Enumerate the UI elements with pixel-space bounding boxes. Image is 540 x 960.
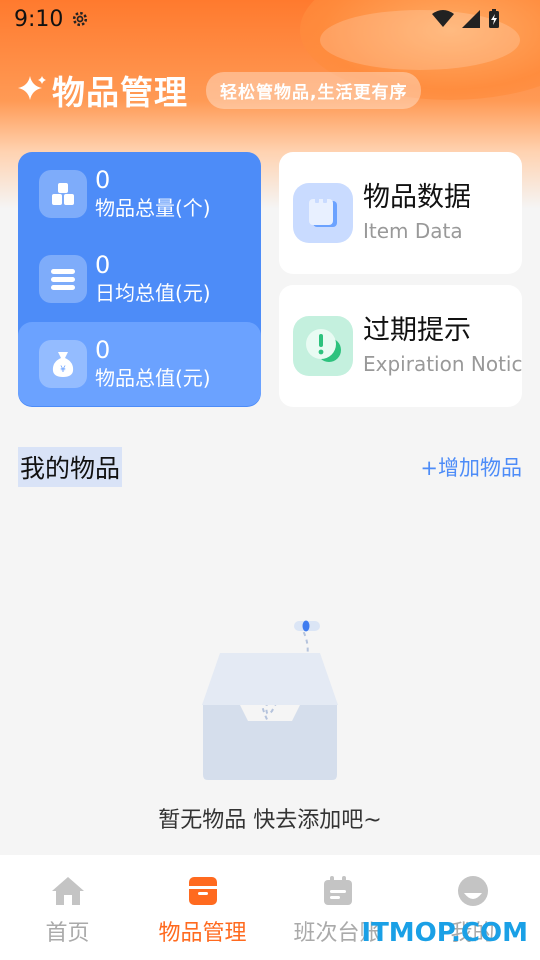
tab-item-management[interactable]: 物品管理	[135, 875, 270, 947]
home-icon	[51, 877, 84, 905]
settings-gear-icon	[72, 11, 88, 27]
empty-box-illustration	[202, 620, 338, 780]
tab-home[interactable]: 首页	[0, 875, 135, 947]
feature-subtitle: Item Data	[363, 219, 463, 243]
feature-subtitle: Expiration Notice	[363, 352, 522, 376]
battery-charging-icon	[489, 9, 499, 28]
stat-label: 物品总量(个)	[95, 196, 211, 220]
svg-text:¥: ¥	[60, 365, 66, 375]
stat-label: 日均总值(元)	[95, 281, 211, 305]
stat-total-value: ¥ 0 物品总值(元)	[18, 322, 261, 406]
item-data-icon	[293, 183, 353, 243]
expiration-notice-card[interactable]: 过期提示 Expiration Notice	[279, 285, 522, 407]
feature-title: 过期提示	[363, 315, 471, 346]
empty-state-text: 暂无物品 快去添加吧~	[158, 808, 382, 833]
signal-icon	[462, 10, 480, 28]
status-time: 9:10	[14, 7, 64, 32]
sparkle-icon	[18, 76, 46, 100]
status-bar: 9:10	[0, 0, 540, 40]
tab-label: 物品管理	[158, 921, 247, 946]
profile-icon	[457, 876, 488, 906]
add-item-button[interactable]: +增加物品	[420, 452, 522, 482]
page-title: 物品管理	[52, 73, 188, 112]
calendar-icon	[323, 876, 352, 905]
stat-value: 0	[95, 166, 111, 194]
stats-card: 0 物品总量(个) 0 日均总值(元) ¥ 0 物品总值(元)	[18, 152, 261, 407]
storage-box-icon	[188, 877, 217, 905]
stat-label: 物品总值(元)	[95, 366, 211, 390]
feature-title: 物品数据	[363, 182, 471, 213]
tab-label: 首页	[45, 921, 90, 946]
stack-icon	[39, 255, 87, 303]
stat-value: 0	[95, 251, 111, 279]
slogan-badge: 轻松管物品,生活更有序	[206, 71, 422, 109]
header-title-row: 物品管理 轻松管物品,生活更有序	[16, 66, 422, 114]
money-bag-icon: ¥	[39, 340, 87, 388]
stat-total-count: 0 物品总量(个)	[18, 152, 261, 236]
stat-value: 0	[95, 336, 111, 364]
wifi-icon	[432, 10, 454, 27]
watermark-text: ITMOP.COM	[361, 918, 528, 948]
stat-daily-value: 0 日均总值(元)	[18, 237, 261, 321]
boxes-icon	[39, 170, 87, 218]
section-title: 我的物品	[18, 447, 123, 487]
alert-icon	[293, 316, 353, 376]
item-data-card[interactable]: 物品数据 Item Data	[279, 152, 522, 274]
